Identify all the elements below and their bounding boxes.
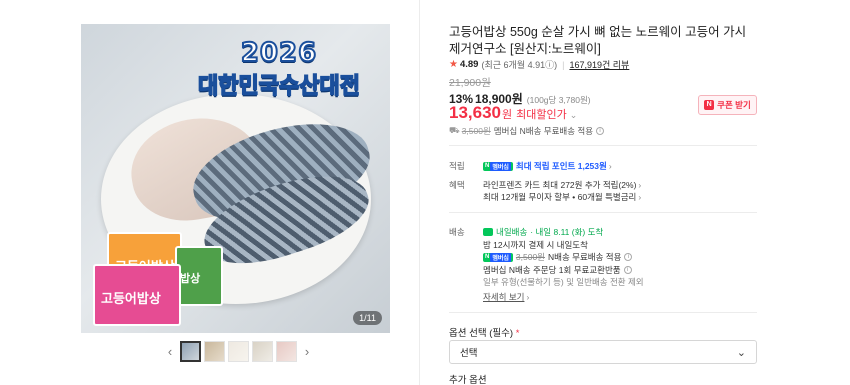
next-day-badge: 내일배송 [496,227,528,237]
free-shipping-row: N 멤버십 3,500원 N배송 무료배송 적용 i [483,251,633,263]
naver-n-icon: N [704,100,715,110]
thumbnail[interactable] [204,340,225,362]
shipping-row: 내일배송 · 내일 8.11 (화) 도착 [483,226,603,238]
rating-score: 4.89 [459,59,479,70]
info-icon[interactable]: i [596,127,605,135]
rating-info[interactable]: ⓘ) [545,58,557,71]
more-details-link[interactable]: 자세히 보기 › [483,291,529,303]
option-select-value: 선택 [460,348,478,359]
exception-row: 일부 유형(선물하기 등) 및 일반배송 전환 제외 [483,276,644,288]
section-divider [449,212,757,213]
event-badge: 2026 대한민국수산대전 [174,37,384,100]
rating-recent: (최근 6개월 4.91 [481,60,546,70]
points-value: 최대 적립 포인트 1,253원 [515,161,607,171]
chevron-right-icon: › [608,161,612,171]
badge-title: 대한민국수산대전 [197,73,360,100]
option-select[interactable]: 선택 ⌄ [449,340,757,364]
package-graphic: 밥상 [175,246,223,306]
truck-icon: ⛟ [449,125,460,135]
chevron-right-icon[interactable]: › [300,340,314,362]
chevron-down-icon[interactable]: ⌄ [570,110,578,121]
delivery-note-text: 멤버십 N배송 무료배송 적용 [493,126,594,136]
struck-delivery-fee: 3,500원 [461,126,491,136]
review-count-link[interactable]: 167,919건 리뷰 [569,58,629,71]
coupon-button[interactable]: N 쿠폰 받기 [698,95,757,115]
package-label: 고등어밥상 [101,292,161,307]
thumbnail[interactable] [180,340,201,362]
perk-text: 라인프렌즈 카드 최대 272원 추가 적립(2%) [483,180,637,190]
npay-icon: N 멤버십 [483,252,513,262]
product-info-panel: 고등어밥상 550g 순살 가시 뼈 없는 노르웨이 고등어 가시제거연구소 [… [449,0,759,385]
deadline-text: 밤 12시까지 결제 시 내일도착 [483,240,588,250]
truck-icon [483,228,493,236]
rating-row: ★ 4.89 (최근 6개월 4.91 ⓘ) | 167,919건 리뷰 [449,58,629,71]
exchange-row: 멤버십 N배송 주문당 1회 무료교환반품 i [483,264,632,276]
package-graphic: 고등어밥상 [93,264,181,326]
option-label-text: 옵션 선택 (필수) [449,328,514,339]
points-label: 적립 [449,161,465,171]
max-discount-label: 최대할인가 [516,109,567,121]
perk-text: 최대 12개월 무이자 할부 • 60개월 특별금리 [483,192,637,202]
free-shipping-text: N배송 무료배송 적용 [548,252,622,262]
chevron-left-icon[interactable]: ‹ [163,340,177,362]
section-divider [449,145,757,146]
struck-shipping-fee: 3,500원 [515,252,545,262]
image-counter: 1/11 [353,311,382,325]
perk-row[interactable]: 최대 12개월 무이자 할부 • 60개월 특별금리 › [483,191,641,203]
product-gallery: 2026 대한민국수산대전 고등어밥상 밥상 고등어밥상 1/11 ‹ › [0,0,420,385]
thumbnail-strip: ‹ › [163,340,314,362]
final-price-unit: 원 [502,109,513,121]
original-price: 21,900원 [449,77,491,89]
deadline-row: 밤 12시까지 결제 시 내일도착 [483,239,588,251]
main-product-image[interactable]: 2026 대한민국수산대전 고등어밥상 밥상 고등어밥상 1/11 [81,24,390,333]
chevron-right-icon: › [638,180,642,190]
required-mark: * [515,328,520,339]
coupon-label: 쿠폰 받기 [717,100,751,110]
final-price-line[interactable]: 13,630 원 최대할인가 ⌄ [449,103,577,123]
chevron-right-icon: › [526,292,530,302]
exchange-text: 멤버십 N배송 주문당 1회 무료교환반품 [483,265,621,275]
final-price: 13,630 [449,103,501,122]
more-details-label: 자세히 보기 [483,292,525,302]
section-divider [449,312,757,313]
perk-row[interactable]: 라인프렌즈 카드 최대 272원 추가 적립(2%) › [483,179,641,191]
star-icon: ★ [449,59,458,70]
add-option-label: 추가 옵션 [449,375,487,385]
thumbnail[interactable] [228,340,249,362]
chevron-right-icon: › [638,192,642,202]
thumbnail[interactable] [276,340,297,362]
thumbnail[interactable] [252,340,273,362]
info-icon[interactable]: i [624,253,633,261]
divider: | [562,59,565,70]
perks-label: 혜택 [449,180,465,190]
points-row[interactable]: N 멤버십 최대 적립 포인트 1,253원 › [483,160,612,172]
chevron-down-icon: ⌄ [736,346,746,359]
product-title: 고등어밥상 550g 순살 가시 뼈 없는 노르웨이 고등어 가시제거연구소 [… [449,25,747,56]
shipping-label: 배송 [449,227,465,237]
badge-year: 2026 [240,37,318,69]
exception-text: 일부 유형(선물하기 등) 및 일반배송 전환 제외 [483,277,644,287]
delivery-fee-note: ⛟ 3,500원 멤버십 N배송 무료배송 적용 i [449,125,605,137]
info-icon[interactable]: i [623,266,632,274]
option-label: 옵션 선택 (필수) * [449,325,519,339]
package-label: 밥상 [180,272,201,285]
arrival-text: · 내일 8.11 (화) 도착 [530,227,604,237]
npay-icon: N 멤버십 [483,161,513,171]
